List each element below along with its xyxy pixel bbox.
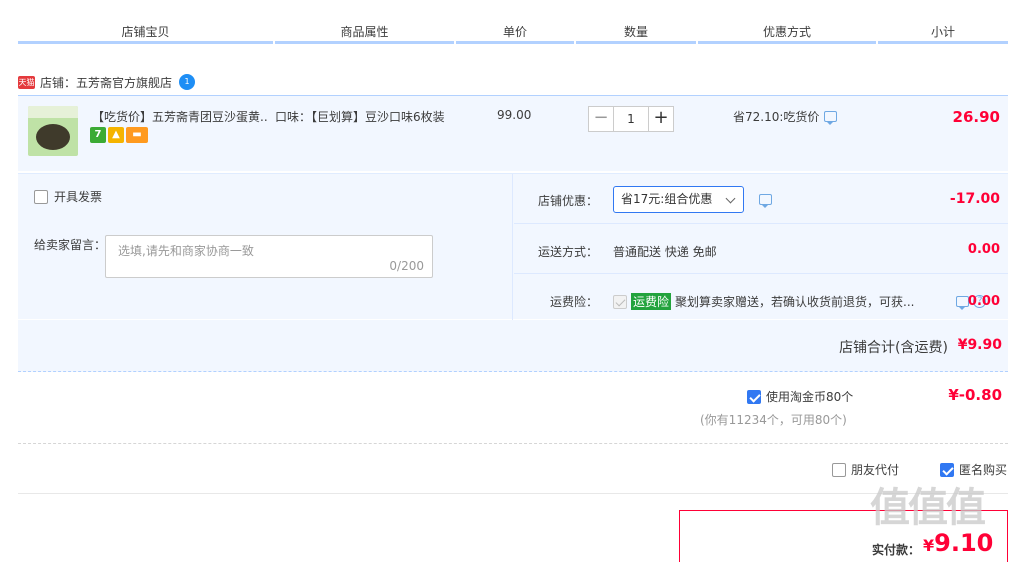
tmall-icon: 天猫 [18,75,35,89]
insurance-text: 聚划算卖家赠送，若确认收货前退货，可获... [675,295,915,309]
store-discount-label: 店铺优惠： [538,194,599,208]
col-shop-item: 店铺宝贝 [18,22,273,44]
invoice-checkbox[interactable] [34,189,48,204]
order-options: 开具发票 给卖家留言： 选填,请先和商家协商一致 0/200 店铺优惠： 省17… [18,173,1008,320]
quantity-plus-button[interactable]: + [648,106,674,132]
col-quantity: 数量 [576,22,696,44]
taobao-coin-row: 使用淘金币80个 (你有11234个，可用80个) ¥-0.80 [18,384,1008,444]
shipping-row: 运送方式： 普通配送 快递 免邮 0.00 [514,224,1008,274]
service-badges: 7 ▲ ▬ [90,127,148,143]
store-discount-selected: 省17元:组合优惠 [621,192,713,206]
invoice-label: 开具发票 [54,190,103,204]
seller-memo-placeholder: 选填,请先和商家协商一致 [118,244,254,258]
col-subtotal: 小计 [878,22,1008,44]
item-subtotal: 26.90 [952,108,1000,126]
order-options-left: 开具发票 给卖家留言： 选填,请先和商家协商一致 0/200 [18,174,513,320]
coins-discount-value: ¥-0.80 [948,386,1002,404]
quantity-minus-button[interactable]: − [588,106,614,132]
order-options-right: 店铺优惠： 省17元:组合优惠 -17.00 运送方式： 普通配送 快递 免邮 … [514,174,1008,320]
insurance-badge: 运费险 [631,293,672,310]
use-coins-checkbox[interactable] [747,389,761,404]
card-payment-icon: ▬ [126,127,148,143]
product-thumbnail[interactable] [28,106,78,156]
shop-name[interactable]: 店铺：五芳斋官方旗舰店 [40,74,172,91]
seller-memo-label: 给卖家留言： [34,238,107,252]
insurance-detail: 运费险 聚划算卖家赠送，若确认收货前退货，可获... ? [613,293,987,310]
seller-memo-counter: 0/200 [389,259,424,273]
friend-pay-checkbox[interactable] [832,462,846,477]
unit-price: 99.00 [497,108,532,122]
store-discount-select[interactable]: 省17元:组合优惠 [613,186,744,213]
payment-value: ¥9.10 [923,529,993,557]
use-coins-label: 使用淘金币80个 [766,390,854,404]
store-discount-row: 店铺优惠： 省17元:组合优惠 -17.00 [514,174,1008,224]
shop-total-row: 店铺合计(含运费) ¥9.90 [18,320,1008,372]
payment-label: 实付款： [872,543,921,557]
shop-row: 天猫 店铺：五芳斋官方旗舰店 1 [18,71,196,93]
shipping-amount: 0.00 [967,242,1000,257]
item-promotion: 省72.10:吃货价 [733,108,838,125]
column-header-row: 店铺宝贝 商品属性 单价 数量 优惠方式 小计 [18,22,1008,44]
chevron-down-icon [725,193,736,204]
col-discount: 优惠方式 [698,22,876,44]
quantity-input[interactable]: 1 [614,106,648,132]
product-attributes: 口味：【巨划算】豆沙口味6枚装 [275,110,445,124]
product-image-shape [36,124,70,150]
payment-currency: ¥ [923,536,935,555]
shop-total-value: ¥9.90 [957,337,1002,353]
insurance-label: 运费险： [550,295,599,309]
invoice-option[interactable]: 开具发票 [34,188,102,205]
seven-day-return-icon: 7 [90,127,106,143]
promotion-info-icon[interactable] [824,111,838,125]
coins-available-note: (你有11234个，可用80个) [700,413,847,427]
col-attributes: 商品属性 [275,22,454,44]
site-watermark: 值值值 [870,485,986,531]
product-title[interactable]: 【吃货价】五芳斋青团豆沙蛋黄... [92,108,267,125]
promotion-text: 省72.10:吃货价 [733,110,820,124]
discount-info-icon[interactable] [759,194,772,208]
col-unit-price: 单价 [456,22,574,44]
chat-icon[interactable]: 1 [179,74,196,90]
extra-options-row: 朋友代付 匿名购买 [18,446,1008,494]
store-discount-amount: -17.00 [949,191,1000,207]
payment-amount: 9.10 [934,529,994,557]
shipping-insurance-row: 运费险： 运费险 聚划算卖家赠送，若确认收货前退货，可获... ? 0.00 [514,274,1008,320]
seller-memo-field[interactable]: 选填,请先和商家协商一致 0/200 [105,235,433,278]
thumbnail-label-strip [28,106,78,118]
guarantee-icon: ▲ [108,127,124,143]
shop-total-label: 店铺合计(含运费) [839,340,948,356]
shipping-label: 运送方式： [538,245,599,259]
insurance-amount: 0.00 [967,294,1000,309]
quantity-stepper: − 1 + [588,106,674,132]
insurance-checkbox [613,294,627,309]
shipping-method: 普通配送 快递 免邮 [613,245,717,259]
use-coins-option[interactable]: 使用淘金币80个 [747,388,853,405]
cart-item: 【吃货价】五芳斋青团豆沙蛋黄... 7 ▲ ▬ 口味：【巨划算】豆沙口味6枚装 … [18,95,1008,171]
